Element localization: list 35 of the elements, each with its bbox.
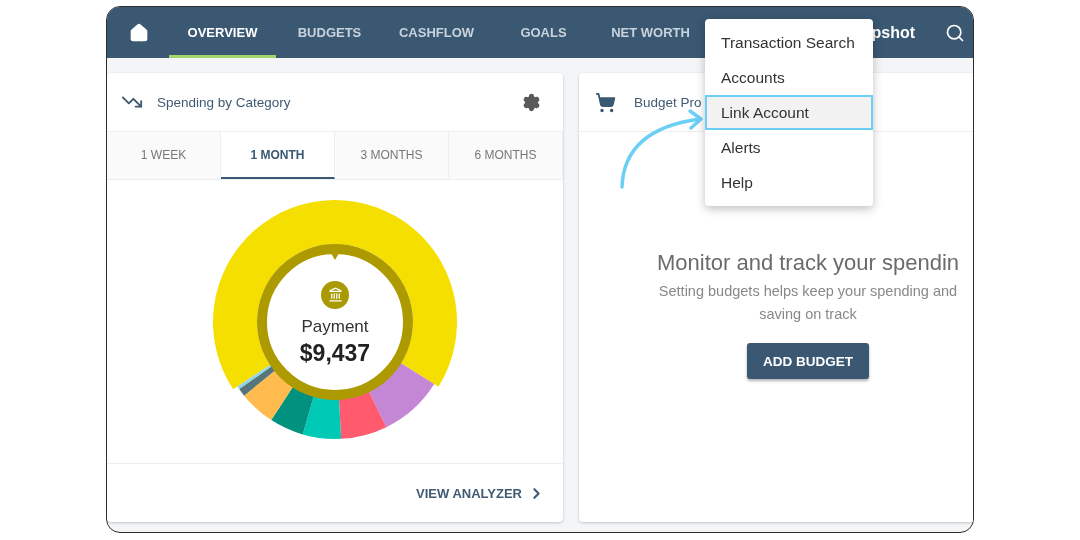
nav-tab[interactable]: NET WORTH [597,7,704,58]
add-budget-button[interactable]: ADD BUDGET [747,343,869,379]
donut-segment[interactable] [302,394,342,439]
donut-segment[interactable] [271,385,315,434]
nav-tab[interactable]: GOALS [490,7,597,58]
period-tab[interactable]: 1 MONTH [221,132,335,179]
donut-segment[interactable] [239,365,276,396]
home-icon[interactable] [129,22,149,43]
menu-item[interactable]: Accounts [705,60,873,95]
empty-state-heading: Monitor and track your spendin [656,250,960,276]
card-title: Spending by Category [157,94,291,110]
category-label: Payment [301,316,369,337]
nav-tab[interactable]: CASHFLOW [383,7,490,58]
brand-name: pshot [871,23,915,42]
period-tab[interactable]: 3 MONTHS [335,132,449,179]
donut-segment[interactable] [244,369,294,420]
menu-item[interactable]: Help [705,165,873,200]
menu-item[interactable]: Transaction Search [705,25,873,60]
search-icon[interactable] [945,22,965,43]
period-tab[interactable]: 1 WEEK [107,132,221,179]
menu-item[interactable]: Alerts [705,130,873,165]
period-tab[interactable]: 6 MONTHS [449,132,563,179]
nav-tab[interactable]: BUDGETS [276,7,383,58]
view-analyzer-link[interactable]: VIEW ANALYZER [416,484,545,502]
empty-state-description: Setting budgets helps keep your spending and saving on track [657,282,959,324]
nav-tab[interactable]: OVERVIEW [169,7,276,58]
donut-segment[interactable] [339,389,387,439]
settings-icon[interactable] [522,92,541,112]
category-amount: $9,437 [299,339,371,367]
menu-item[interactable]: Link Account [705,95,873,130]
donut-segment[interactable] [237,363,273,389]
card-title: Budget Pro [634,94,702,110]
cart-icon [595,91,616,113]
donut-segment[interactable] [368,361,435,427]
donut-segment[interactable] [213,199,457,389]
